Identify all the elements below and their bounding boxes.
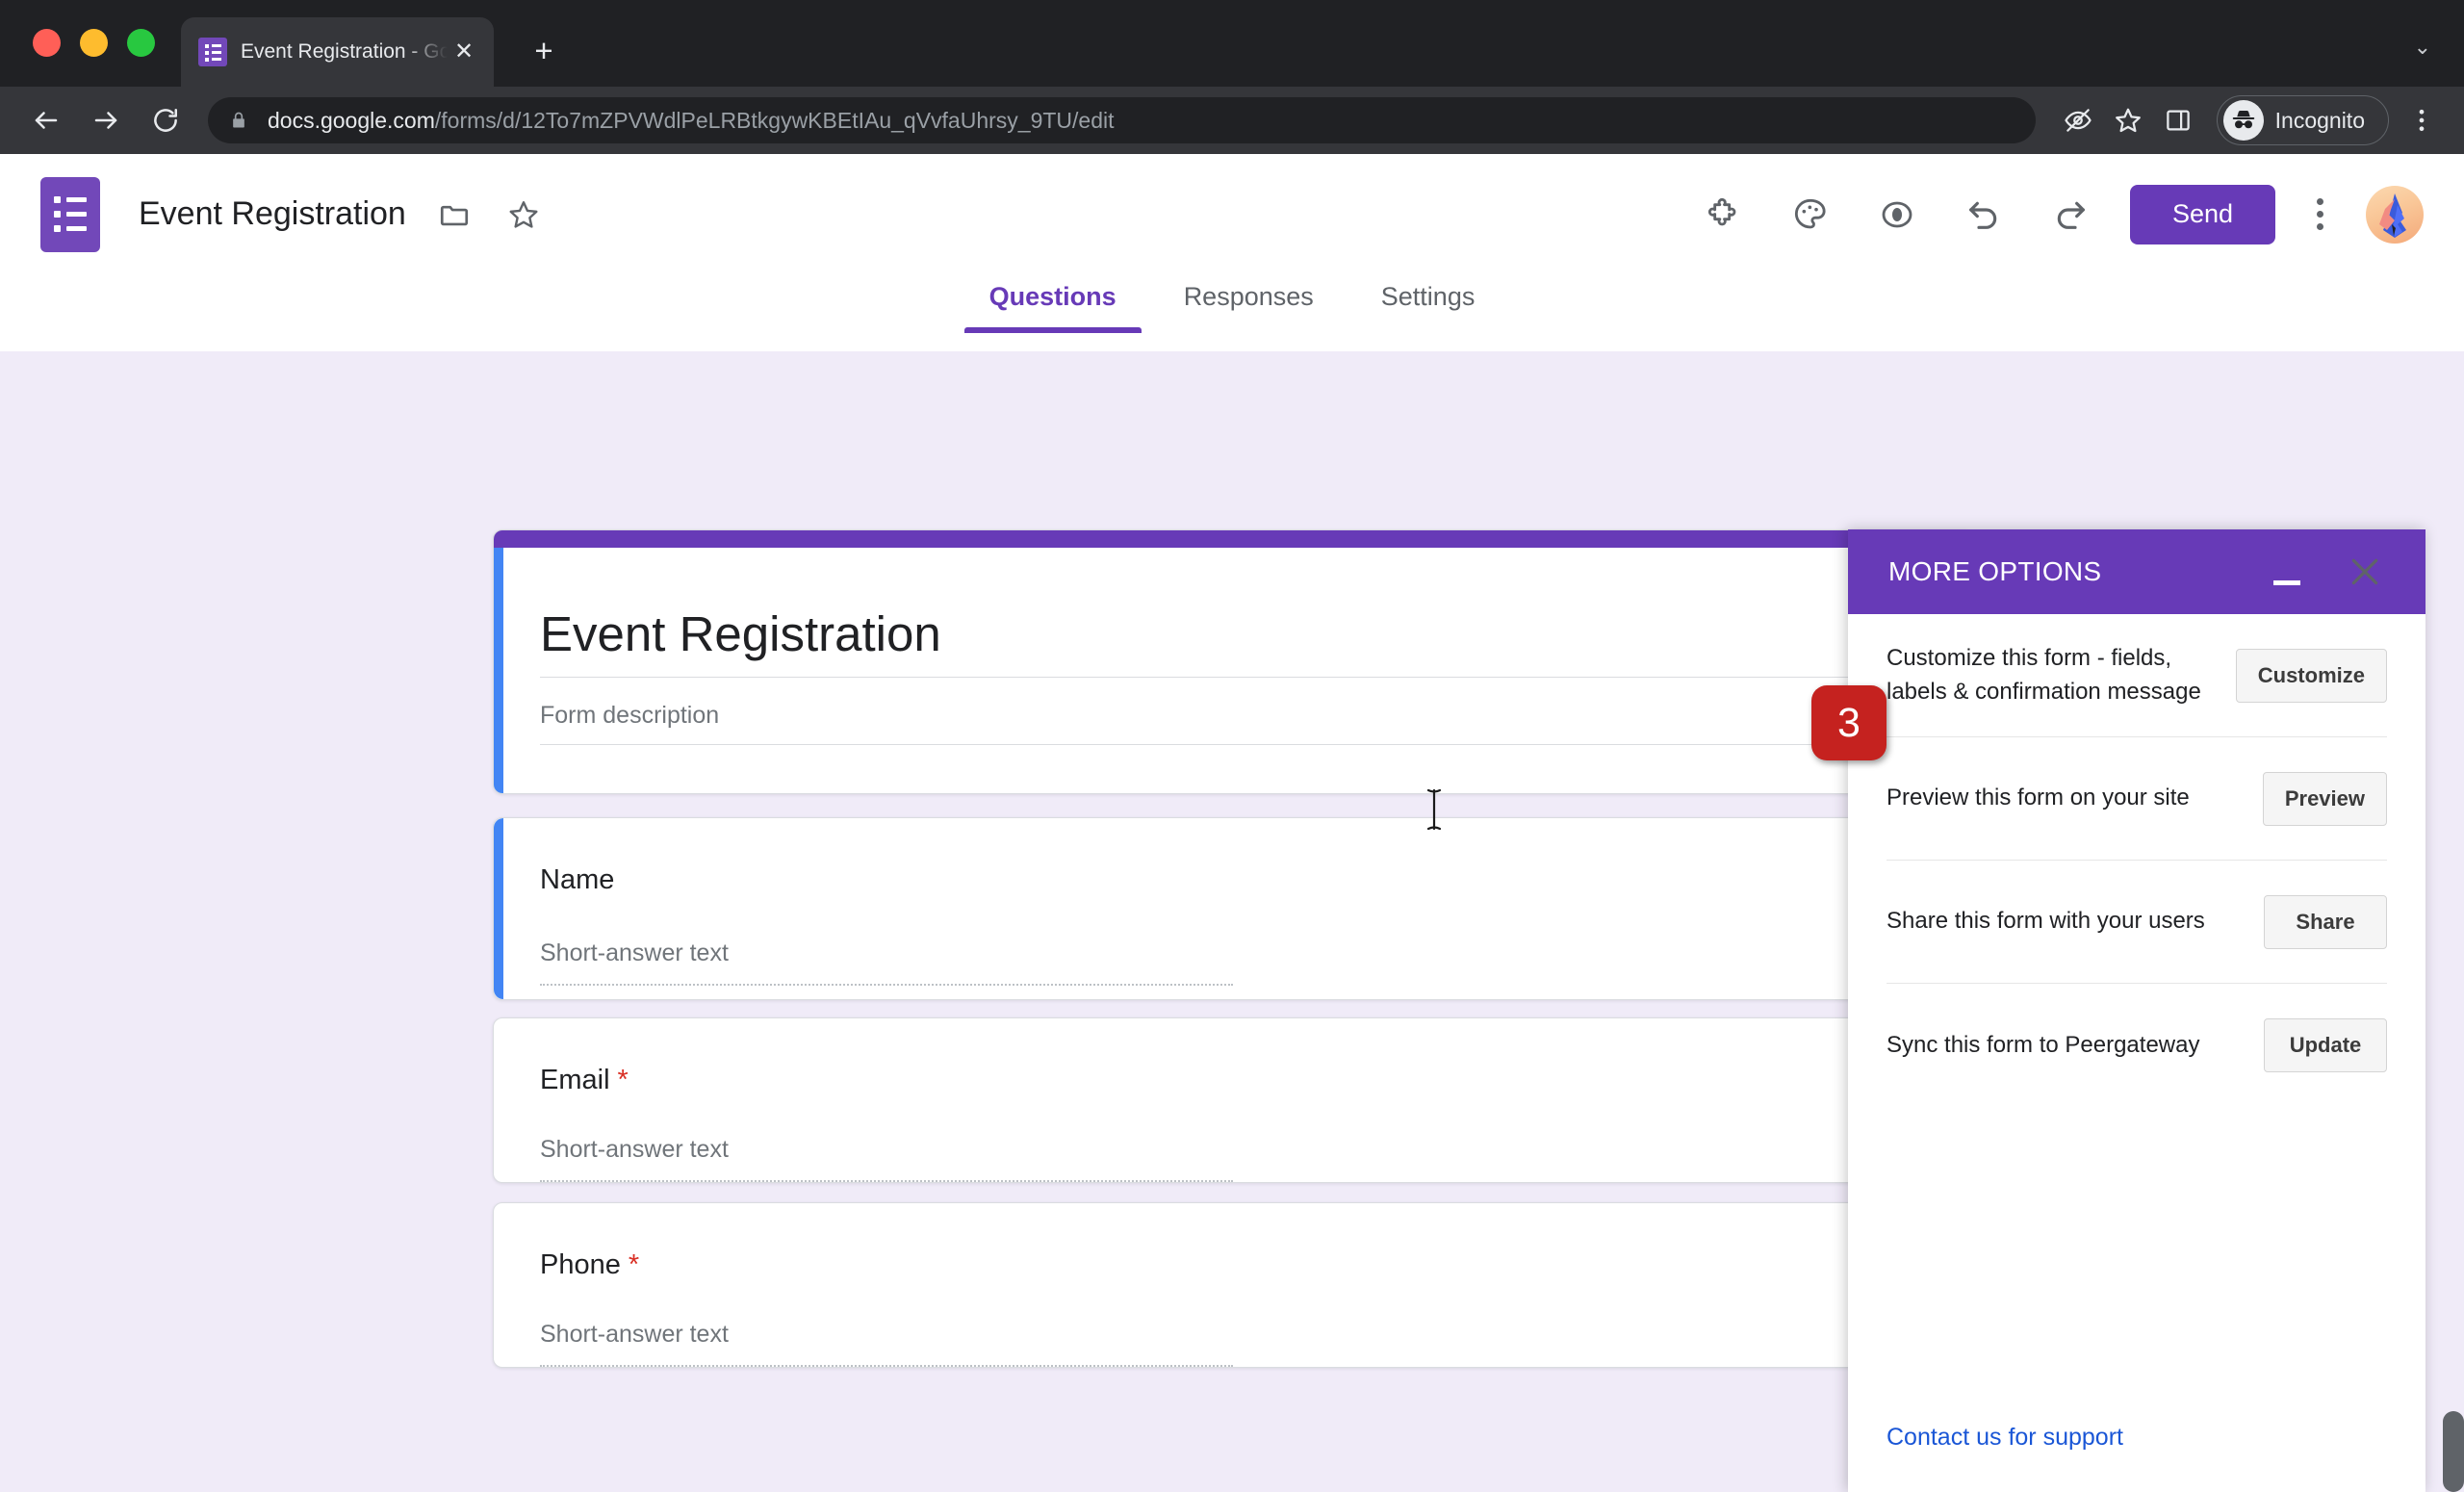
- option-label: Share this form with your users: [1886, 908, 2205, 935]
- browser-toolbar: docs.google.com/forms/d/12To7mZPVWdlPeLR…: [0, 87, 2464, 154]
- theme-palette-icon[interactable]: [1784, 188, 1837, 242]
- url-text: docs.google.com/forms/d/12To7mZPVWdlPeLR…: [268, 108, 1115, 134]
- forward-button[interactable]: [83, 97, 129, 143]
- form-title-underline: [540, 677, 1928, 678]
- account-avatar[interactable]: [2366, 185, 2424, 244]
- card-selected-accent: [494, 548, 503, 793]
- tab-settings[interactable]: Settings: [1356, 274, 1501, 333]
- question-card-name[interactable]: Name Short-answer text: [493, 817, 1975, 1000]
- question-title: Name: [540, 864, 614, 896]
- preview-eye-icon[interactable]: [1870, 188, 1924, 242]
- browser-chrome: Event Registration - Google For ✕ + ⌄ do…: [0, 0, 2464, 154]
- option-label: Preview this form on your site: [1886, 785, 2190, 811]
- url-host: docs.google.com: [268, 107, 435, 133]
- question-answer-placeholder: Short-answer text: [540, 1321, 729, 1348]
- url-path: /forms/d/12To7mZPVWdlPeLRBtkgywKBEtIAu_q…: [434, 107, 1115, 133]
- more-options-title: MORE OPTIONS: [1888, 556, 2102, 586]
- window-traffic-lights: [33, 29, 155, 57]
- option-row-sync: Sync this form to Peergateway Update: [1886, 984, 2387, 1107]
- folder-icon[interactable]: [433, 193, 475, 236]
- close-window-button[interactable]: [33, 29, 61, 57]
- addons-puzzle-icon[interactable]: [1697, 188, 1751, 242]
- form-description-input[interactable]: Form description: [540, 702, 719, 730]
- question-answer-placeholder: Short-answer text: [540, 939, 729, 966]
- address-bar[interactable]: docs.google.com/forms/d/12To7mZPVWdlPeLR…: [208, 97, 2036, 143]
- question-answer-underline: [540, 1180, 1233, 1182]
- tab-strip: Event Registration - Google For ✕ + ⌄: [0, 0, 2464, 87]
- incognito-avatar-icon: [2222, 100, 2264, 141]
- customize-button[interactable]: Customize: [2235, 648, 2387, 703]
- side-panel-icon[interactable]: [2153, 95, 2203, 145]
- question-title-text: Name: [540, 864, 615, 895]
- option-label: Sync this form to Peergateway: [1886, 1031, 2200, 1058]
- send-button[interactable]: Send: [2129, 184, 2275, 244]
- contact-support-link[interactable]: Contact us for support: [1886, 1424, 2123, 1451]
- share-button[interactable]: Share: [2264, 894, 2387, 949]
- required-asterisk: *: [628, 1249, 640, 1280]
- more-options-footer: Contact us for support: [1886, 1424, 2123, 1452]
- close-tab-button[interactable]: ✕: [448, 36, 480, 68]
- preview-button[interactable]: Preview: [2262, 771, 2387, 826]
- google-forms-favicon-icon: [198, 38, 227, 66]
- tracking-protection-eye-slash-icon[interactable]: [2053, 95, 2103, 145]
- tab-questions[interactable]: Questions: [963, 274, 1142, 333]
- option-label: Customize this form - fields, labels & c…: [1886, 644, 2201, 705]
- minimize-window-button[interactable]: [80, 29, 108, 57]
- back-button[interactable]: [23, 97, 69, 143]
- more-options-titlebar: MORE OPTIONS: [1848, 529, 2426, 614]
- question-title-text: Email: [540, 1065, 610, 1095]
- page-scrollbar[interactable]: [2443, 1411, 2464, 1492]
- forms-kebab-menu-icon[interactable]: [2293, 188, 2347, 242]
- star-icon[interactable]: [502, 193, 545, 236]
- question-answer-underline: [540, 984, 1233, 986]
- option-row-customize: Customize this form - fields, labels & c…: [1886, 614, 2387, 737]
- scrollbar-thumb[interactable]: [2443, 1411, 2464, 1492]
- browser-tab[interactable]: Event Registration - Google For ✕: [181, 17, 494, 87]
- form-description-underline: [540, 744, 1928, 745]
- incognito-profile-button[interactable]: Incognito: [2216, 95, 2389, 145]
- lock-icon: [229, 109, 248, 132]
- close-icon[interactable]: [2337, 544, 2393, 600]
- step-badge: 3: [1811, 685, 1886, 760]
- form-theme-stripe: [494, 530, 1974, 548]
- incognito-label: Incognito: [2274, 107, 2365, 133]
- document-title[interactable]: Event Registration: [139, 195, 406, 233]
- forms-tab-bar: Questions Responses Settings: [0, 274, 2464, 351]
- more-options-panel: MORE OPTIONS Customize this form - field…: [1848, 529, 2426, 1492]
- question-answer-underline: [540, 1365, 1233, 1367]
- new-tab-button[interactable]: +: [525, 33, 563, 71]
- option-row-preview: Preview this form on your site Preview: [1886, 737, 2387, 861]
- forms-header: Event Registration Send: [0, 154, 2464, 274]
- more-options-body: Customize this form - fields, labels & c…: [1848, 614, 2426, 1403]
- chrome-kebab-menu-icon[interactable]: [2397, 95, 2447, 145]
- browser-tab-title: Event Registration - Google For: [241, 40, 448, 63]
- reload-button[interactable]: [142, 97, 189, 143]
- bookmark-star-icon[interactable]: [2103, 95, 2153, 145]
- minimize-icon[interactable]: [2260, 545, 2314, 599]
- google-forms-logo-icon[interactable]: [40, 176, 100, 252]
- redo-icon[interactable]: [2043, 188, 2097, 242]
- question-title-text: Phone: [540, 1249, 621, 1280]
- question-title: Email *: [540, 1065, 629, 1096]
- maximize-window-button[interactable]: [127, 29, 155, 57]
- question-answer-placeholder: Short-answer text: [540, 1136, 729, 1163]
- question-card-phone[interactable]: Phone * Short-answer text: [493, 1202, 1975, 1368]
- chevron-down-icon[interactable]: ⌄: [2414, 35, 2431, 60]
- option-row-share: Share this form with your users Share: [1886, 861, 2387, 984]
- form-title[interactable]: Event Registration: [540, 605, 941, 662]
- update-button[interactable]: Update: [2264, 1018, 2387, 1072]
- tab-responses[interactable]: Responses: [1159, 274, 1339, 333]
- question-card-email[interactable]: Email * Short-answer text: [493, 1017, 1975, 1183]
- form-header-card[interactable]: Event Registration Form description: [493, 529, 1975, 794]
- card-selected-accent: [494, 818, 503, 999]
- undo-icon[interactable]: [1957, 188, 2011, 242]
- required-asterisk: *: [617, 1065, 629, 1095]
- question-title: Phone *: [540, 1249, 639, 1281]
